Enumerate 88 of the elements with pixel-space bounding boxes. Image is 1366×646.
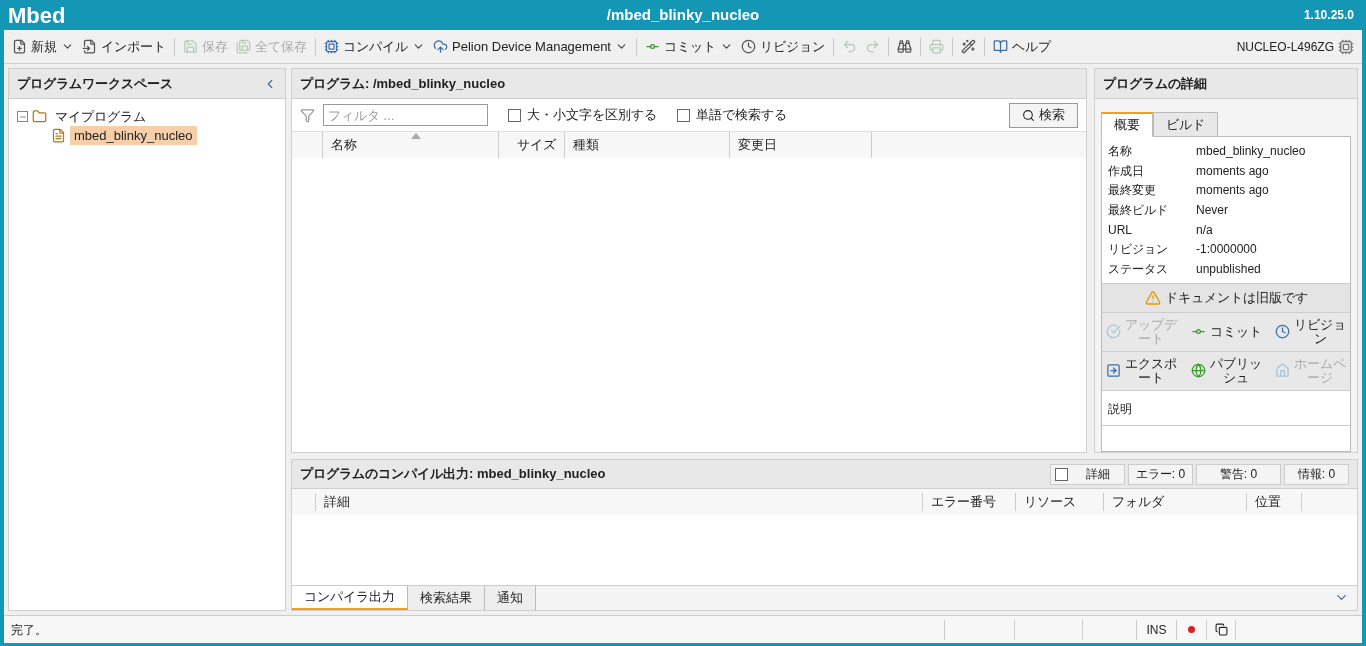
field-label: ステータス	[1108, 260, 1169, 278]
column-header[interactable]: 位置	[1246, 493, 1302, 511]
field-value: unpublished	[1196, 260, 1261, 278]
field-label: 最終変更	[1108, 182, 1157, 200]
checkbox[interactable]	[508, 108, 521, 122]
save-all-icon	[236, 39, 251, 54]
panel-title: プログラムワークスペース	[17, 74, 173, 93]
globe-icon	[1190, 363, 1206, 379]
column-header[interactable]: 変更日	[729, 132, 872, 158]
toolbar-button[interactable]: ヘルプ	[989, 34, 1055, 59]
field-value: moments ago	[1196, 162, 1269, 180]
toolbar-button[interactable]: 新規	[8, 34, 78, 59]
toolbar-button[interactable]: Pelion Device Management	[429, 34, 632, 59]
device-selector[interactable]: NUCLEO-L496ZG	[1236, 37, 1358, 56]
field-value: Never	[1196, 201, 1228, 219]
checkbox-label: 詳細	[1086, 466, 1110, 483]
field-value: mbed_blinky_nucleo	[1196, 142, 1306, 160]
search-button[interactable]: 検索	[1009, 102, 1078, 128]
tab[interactable]: 検索結果	[408, 586, 485, 610]
save-icon	[183, 39, 198, 54]
undo-icon	[842, 39, 857, 54]
binoculars-icon	[897, 39, 912, 54]
toolbar-button[interactable]: コミット	[641, 34, 737, 59]
field-label: URL	[1108, 221, 1133, 239]
column-header[interactable]: 種類	[564, 132, 729, 158]
tab[interactable]: ビルド	[1153, 112, 1218, 137]
field-label: 最終ビルド	[1108, 201, 1169, 219]
search-icon	[1022, 108, 1035, 122]
checkbox[interactable]	[1055, 467, 1068, 481]
chip-icon	[324, 39, 339, 54]
redo-icon	[865, 39, 880, 54]
check-icon	[1106, 324, 1121, 340]
tree-item[interactable]: mbed_blinky_nucleo	[70, 125, 197, 146]
column-header[interactable]: 名称	[322, 132, 498, 158]
field-value: -1:0000000	[1196, 241, 1257, 259]
field-value: moments ago	[1196, 182, 1269, 200]
field-label: 作成日	[1108, 162, 1145, 180]
column-header[interactable]: 詳細	[315, 493, 922, 511]
folder-icon	[32, 109, 47, 124]
insert-mode-indicator: INS	[1136, 619, 1176, 640]
column-header[interactable]: エラー番号	[922, 493, 1015, 511]
status-text: 完了。	[10, 621, 48, 639]
version-label: 1.10.25.0	[1302, 7, 1355, 24]
filter-field[interactable]: フィルタ ...	[323, 104, 488, 126]
checkbox-label: 大・小文字を区別する	[527, 106, 657, 125]
column-header[interactable]: サイズ	[498, 132, 564, 158]
panel-title: プログラムの詳細	[1095, 69, 1357, 99]
tab[interactable]: コンパイラ出力	[292, 586, 408, 610]
collapse-toggle[interactable]	[17, 111, 28, 122]
wand-icon	[961, 39, 976, 54]
outdated-notice: ドキュメントは旧版です	[1102, 282, 1350, 313]
printer-icon	[929, 39, 944, 54]
checkbox[interactable]	[677, 108, 690, 122]
action-button[interactable]: コミット	[1190, 324, 1262, 340]
count-badge: 警告: 0	[1196, 463, 1281, 485]
panel-title: プログラムのコンパイル出力: mbed_blinky_nucleo	[300, 465, 607, 484]
tab[interactable]: 通知	[485, 586, 536, 610]
toolbar-button[interactable]: コンパイル	[320, 34, 429, 59]
checkbox-label: 単語で検索する	[696, 106, 787, 125]
home-icon	[1275, 363, 1290, 379]
action-button[interactable]: パブリッシュ	[1190, 356, 1262, 385]
description-label: 説明	[1108, 401, 1132, 416]
sort-arrow-icon	[410, 133, 421, 139]
import-icon	[82, 39, 97, 54]
program-title: /mbed_blinky_nucleo	[606, 4, 760, 25]
action-button[interactable]: エクスポート	[1106, 356, 1177, 385]
tree-item[interactable]: マイプログラム	[51, 106, 150, 127]
action-button[interactable]: リビジョン	[1275, 317, 1346, 346]
column-header[interactable]: リソース	[1015, 493, 1103, 511]
book-icon	[993, 39, 1008, 54]
count-badge: エラー: 0	[1128, 463, 1193, 485]
new-file-icon	[12, 39, 27, 54]
filter-icon	[300, 107, 315, 123]
clock-icon	[1275, 324, 1290, 340]
count-badge: 情報: 0	[1284, 463, 1349, 485]
document-icon	[51, 128, 66, 143]
warning-icon	[1144, 289, 1161, 306]
board-icon	[1338, 38, 1354, 55]
column-header[interactable]: フォルダ	[1103, 493, 1246, 511]
panel-title: プログラム: /mbed_blinky_nucleo	[292, 69, 1086, 99]
toolbar-button[interactable]: リビジョン	[737, 34, 829, 59]
field-label: 名称	[1108, 142, 1133, 160]
tab[interactable]: 概要	[1101, 112, 1153, 137]
field-label: リビジョン	[1108, 241, 1169, 259]
field-value: n/a	[1196, 221, 1213, 239]
clock-icon	[741, 39, 756, 54]
toolbar-button[interactable]: インポート	[78, 34, 170, 59]
cloud-upload-icon	[433, 39, 448, 54]
